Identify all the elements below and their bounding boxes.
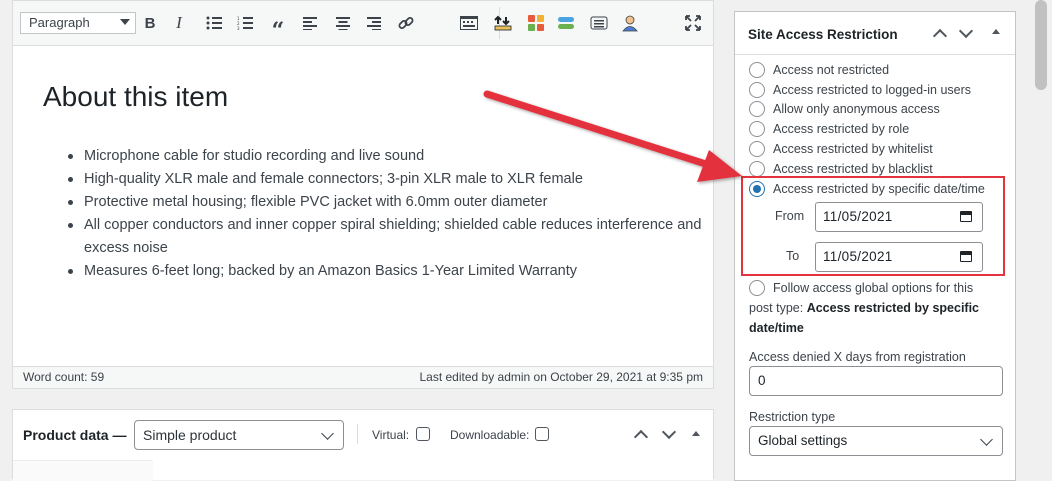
restriction-type-label: Restriction type: [749, 410, 836, 424]
blockquote-icon[interactable]: “: [266, 12, 290, 44]
chevron-down-icon: [980, 433, 993, 446]
list-item: Microphone cable for studio recording an…: [68, 145, 704, 168]
virtual-label: Virtual:: [372, 428, 410, 442]
days-label: Access denied X days from registration: [749, 350, 966, 364]
option-label: Access restricted by role: [773, 122, 910, 136]
option-by-role[interactable]: Access restricted by role: [749, 120, 1011, 140]
downloadable-checkbox[interactable]: [535, 427, 549, 441]
radio-button[interactable]: [749, 101, 765, 117]
list-item: High-quality XLR male and female connect…: [68, 168, 704, 191]
virtual-checkbox[interactable]: [416, 427, 430, 441]
option-label: Access restricted by blacklist: [773, 162, 933, 176]
restriction-type-value: Global settings: [758, 433, 848, 448]
option-anonymous[interactable]: Allow only anonymous access: [749, 100, 1011, 120]
panel-title: Site Access Restriction: [748, 27, 898, 42]
from-date-input[interactable]: 11/05/2021: [815, 202, 983, 232]
from-date-value: 11/05/2021: [823, 209, 893, 224]
feature-list: Microphone cable for studio recording an…: [68, 145, 704, 283]
link-icon[interactable]: [394, 12, 418, 34]
product-type-select[interactable]: Simple product: [134, 420, 344, 450]
radio-button[interactable]: [749, 82, 765, 98]
radio-button[interactable]: [749, 121, 765, 137]
editor-status-bar: Word count: 59 Last edited by admin on O…: [13, 366, 713, 388]
option-whitelist[interactable]: Access restricted by whitelist: [749, 140, 1011, 160]
to-label: To: [786, 249, 800, 263]
radio-button[interactable]: [749, 62, 765, 78]
move-down-icon[interactable]: [661, 424, 677, 440]
move-up-icon[interactable]: [633, 429, 649, 445]
option-label: Access restricted by specific date/time: [773, 182, 985, 196]
days-input[interactable]: 0: [749, 366, 1003, 396]
shortcode-icon[interactable]: [554, 12, 578, 34]
to-date-value: 11/05/2021: [823, 249, 893, 264]
italic-icon[interactable]: I: [167, 12, 191, 34]
bulleted-list-icon[interactable]: [202, 12, 226, 34]
align-right-icon[interactable]: [362, 12, 386, 34]
last-edited: Last edited by admin on October 29, 2021…: [419, 370, 703, 384]
option-label: Allow only anonymous access: [773, 102, 940, 116]
option-label: Access not restricted: [773, 63, 890, 77]
option-date-time[interactable]: Access restricted by specific date/time: [749, 180, 1011, 200]
content-editor: Paragraph B I 123 “ About this item Micr…: [12, 0, 714, 389]
radio-button[interactable]: [749, 280, 765, 296]
format-select-value: Paragraph: [29, 15, 90, 30]
document-icon[interactable]: [587, 12, 611, 34]
calendar-icon[interactable]: [960, 211, 972, 222]
option-logged-in[interactable]: Access restricted to logged-in users: [749, 81, 1011, 101]
product-panel: [153, 460, 713, 480]
move-down-icon[interactable]: [958, 23, 974, 39]
product-tabs-column: [13, 460, 153, 481]
days-value: 0: [758, 373, 766, 388]
toolbar-toggle-icon[interactable]: [457, 12, 481, 34]
option-label: Access restricted to logged-in users: [773, 83, 972, 97]
collapse-icon[interactable]: [692, 431, 700, 436]
option-not-restricted[interactable]: Access not restricted: [749, 61, 1011, 81]
move-up-icon[interactable]: [932, 28, 948, 44]
editor-toolbar: Paragraph B I 123 “: [13, 1, 713, 46]
calendar-icon[interactable]: [960, 251, 972, 262]
radio-button-checked[interactable]: [749, 181, 765, 197]
blocks-icon[interactable]: [524, 12, 548, 34]
restriction-type-select[interactable]: Global settings: [749, 426, 1003, 456]
site-access-restriction-panel: Site Access Restriction Access not restr…: [734, 11, 1016, 481]
option-label: Access restricted by whitelist: [773, 142, 933, 156]
panel-header: Site Access Restriction: [735, 12, 1015, 55]
product-data-title: Product data —: [23, 427, 127, 443]
collapse-icon[interactable]: [992, 29, 1000, 34]
radio-button[interactable]: [749, 161, 765, 177]
chevron-down-icon: [120, 19, 130, 25]
list-item: Measures 6-feet long; backed by an Amazo…: [68, 260, 704, 283]
user-icon[interactable]: [618, 12, 642, 34]
svg-text:3: 3: [237, 26, 240, 30]
content-heading: About this item: [43, 81, 229, 112]
upload-icon[interactable]: [491, 12, 515, 34]
format-select[interactable]: Paragraph: [20, 12, 136, 34]
fullscreen-icon[interactable]: [681, 12, 705, 34]
product-data-box: Product data — Simple product Virtual: D…: [12, 409, 714, 481]
numbered-list-icon[interactable]: 123: [233, 12, 257, 34]
chevron-down-icon: [321, 427, 334, 440]
bold-icon[interactable]: B: [138, 12, 162, 34]
product-type-value: Simple product: [143, 427, 237, 443]
follow-global-option[interactable]: Follow access global options for this po…: [749, 278, 999, 338]
radio-button[interactable]: [749, 141, 765, 157]
scrollbar-thumb[interactable]: [1035, 0, 1047, 90]
align-left-icon[interactable]: [298, 12, 322, 34]
word-count: Word count: 59: [23, 370, 105, 384]
align-center-icon[interactable]: [331, 12, 355, 34]
list-item: Protective metal housing; flexible PVC j…: [68, 191, 704, 214]
from-label: From: [775, 209, 805, 223]
list-item: All copper conductors and inner copper s…: [68, 214, 704, 260]
downloadable-label: Downloadable:: [450, 428, 530, 442]
to-date-input[interactable]: 11/05/2021: [815, 242, 983, 272]
separator: [357, 424, 358, 444]
